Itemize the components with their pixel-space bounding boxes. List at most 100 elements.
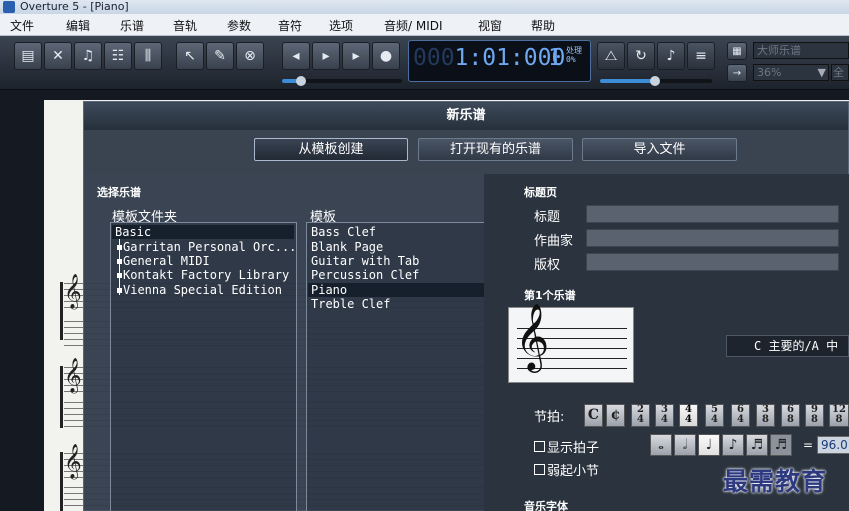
- template-item-piano[interactable]: Piano: [308, 283, 492, 297]
- pickup-measure-checkbox[interactable]: [534, 464, 545, 475]
- watermark-logo: 最需教育: [723, 462, 827, 498]
- tab-import-file[interactable]: 导入文件: [582, 138, 737, 161]
- whole-note-icon: 𝅝: [658, 437, 664, 453]
- notes-palette-button[interactable]: ♫: [74, 42, 102, 70]
- template-item-blank-page[interactable]: Blank Page: [311, 240, 383, 254]
- window-titlebar: Overture 5 - [Piano]: [0, 0, 849, 14]
- meter-3-8-button[interactable]: 38: [756, 404, 775, 427]
- transport-slider[interactable]: [282, 76, 402, 86]
- meter-5-4-button[interactable]: 54: [705, 404, 724, 427]
- copyright-input[interactable]: [586, 253, 839, 271]
- staff-icon: ≡: [695, 48, 707, 64]
- playback-volume-slider[interactable]: [600, 76, 712, 86]
- show-beats-checkbox[interactable]: [534, 441, 545, 452]
- counter-time-dim: 000: [413, 45, 455, 71]
- record-icon: ●: [379, 48, 393, 64]
- menu-score[interactable]: 乐谱: [120, 17, 144, 34]
- template-item-guitar-tab[interactable]: Guitar with Tab: [311, 254, 419, 268]
- record-button[interactable]: ●: [372, 42, 400, 70]
- tab-create-from-template[interactable]: 从模板创建: [254, 138, 408, 161]
- select-tool-button[interactable]: ↖: [176, 42, 204, 70]
- template-list[interactable]: Bass Clef Blank Page Guitar with Tab Per…: [306, 222, 495, 511]
- play-icon: ▸: [322, 48, 330, 64]
- folder-item-kontakt[interactable]: Kontakt Factory Library: [123, 268, 289, 282]
- title-input[interactable]: [586, 205, 839, 223]
- watermark-text: 最需教育: [723, 467, 828, 496]
- template-item-bass-clef[interactable]: Bass Clef: [311, 225, 376, 239]
- counter-processing: 处理 0%: [566, 46, 582, 64]
- toolbar-group-tools: ↖ ✎ ⊗: [176, 42, 264, 72]
- score-view-button[interactable]: ▤: [14, 42, 42, 70]
- pencil-tool-button[interactable]: ✎: [206, 42, 234, 70]
- menu-track[interactable]: 音轨: [173, 17, 197, 34]
- template-item-percussion-clef[interactable]: Percussion Clef: [311, 268, 419, 282]
- menu-help[interactable]: 帮助: [531, 17, 555, 34]
- mixer-button[interactable]: ⫼: [134, 42, 162, 70]
- folder-item-vienna[interactable]: Vienna Special Edition: [123, 283, 282, 297]
- meter-6-8-button[interactable]: 68: [781, 404, 800, 427]
- transport-slider-knob[interactable]: [296, 76, 306, 86]
- template-selection-pane: 选择乐谱 模板文件夹 模板 Basic Garritan Personal Or…: [84, 174, 495, 511]
- meter-3-4-button[interactable]: 34: [655, 404, 674, 427]
- eraser-tool-button[interactable]: ⊗: [236, 42, 264, 70]
- meter-12-8-button[interactable]: 12 8: [829, 404, 849, 427]
- zoom-fit-button[interactable]: 全: [831, 64, 849, 81]
- score-brace-1: [60, 282, 63, 340]
- preset-field[interactable]: 大师乐谱: [753, 42, 849, 59]
- tempo-whole-note-button[interactable]: 𝅝: [650, 434, 672, 456]
- tempo-input[interactable]: 96.0: [817, 436, 849, 454]
- meter-9-8-button[interactable]: 98: [805, 404, 824, 427]
- sixteenth-note-icon: ♬: [750, 437, 764, 453]
- menu-edit[interactable]: 编辑: [66, 17, 90, 34]
- pencil-icon: ✎: [214, 48, 226, 64]
- meter-6-4-button[interactable]: 64: [731, 404, 750, 427]
- step-forward-button[interactable]: ▸: [342, 42, 370, 70]
- track-sheet-button[interactable]: ☷: [104, 42, 132, 70]
- folder-item-garritan[interactable]: Garritan Personal Orc...: [123, 240, 296, 254]
- template-folder-list[interactable]: Basic Garritan Personal Orc... General M…: [110, 222, 297, 511]
- track-sheet-icon: ☷: [111, 48, 125, 64]
- rewind-button[interactable]: ◂: [282, 42, 310, 70]
- tempo-quarter-note-button[interactable]: ♩: [698, 434, 720, 456]
- tempo-eighth-note-button[interactable]: ♪: [722, 434, 744, 456]
- loop-button[interactable]: ↻: [627, 42, 655, 70]
- menu-window[interactable]: 视窗: [478, 17, 502, 34]
- tools-button[interactable]: ✕: [44, 42, 72, 70]
- menu-options[interactable]: 选项: [329, 17, 353, 34]
- menu-parameters[interactable]: 参数: [227, 17, 251, 34]
- menu-file[interactable]: 文件: [10, 17, 34, 34]
- tree-node-icon: [117, 245, 122, 250]
- title-page-label: 标题页: [524, 186, 557, 199]
- tempo-sixteenth-note-button[interactable]: ♬: [746, 434, 768, 456]
- menu-notes[interactable]: 音符: [278, 17, 302, 34]
- staff-input-button[interactable]: ≡: [687, 42, 715, 70]
- meter-2-4-button[interactable]: 24: [631, 404, 650, 427]
- composer-input[interactable]: [586, 229, 839, 247]
- key-signature-select[interactable]: C 主要的/A 中: [726, 335, 849, 357]
- preset-button[interactable]: ▦: [727, 42, 747, 60]
- metronome-button[interactable]: ⧍: [597, 42, 625, 70]
- score-view-icon: ▤: [21, 48, 35, 64]
- playback-volume-knob[interactable]: [650, 76, 660, 86]
- meter-cut-time-button[interactable]: ¢: [606, 404, 625, 427]
- meter-4-4-button[interactable]: 44: [679, 404, 698, 427]
- template-item-treble-clef[interactable]: Treble Clef: [311, 297, 390, 311]
- folder-item-general-midi[interactable]: General MIDI: [123, 254, 210, 268]
- half-note-icon: 𝅗𝅥: [682, 437, 688, 453]
- tempo-half-note-button[interactable]: 𝅗𝅥: [674, 434, 696, 456]
- go-button[interactable]: →: [727, 64, 747, 82]
- first-staff-label: 第1个乐谱: [524, 289, 576, 302]
- menu-audio-midi[interactable]: 音频/ MIDI: [384, 17, 443, 34]
- select-score-label: 选择乐谱: [97, 186, 141, 199]
- treble-clef-icon: 𝄞: [64, 358, 82, 393]
- folder-item-basic[interactable]: Basic: [112, 225, 294, 239]
- eighth-note-icon: ♪: [728, 437, 738, 453]
- tempo-32nd-note-button[interactable]: ♬: [770, 434, 792, 456]
- counter-proc-label: 处理: [566, 46, 582, 55]
- step-input-button[interactable]: ♪: [657, 42, 685, 70]
- meter-common-time-button[interactable]: C: [584, 404, 603, 427]
- play-button[interactable]: ▸: [312, 42, 340, 70]
- zoom-select[interactable]: 36% ▼: [753, 64, 829, 81]
- dialog-title: 新乐谱: [84, 102, 848, 130]
- tab-open-existing-score[interactable]: 打开现有的乐谱: [418, 138, 573, 161]
